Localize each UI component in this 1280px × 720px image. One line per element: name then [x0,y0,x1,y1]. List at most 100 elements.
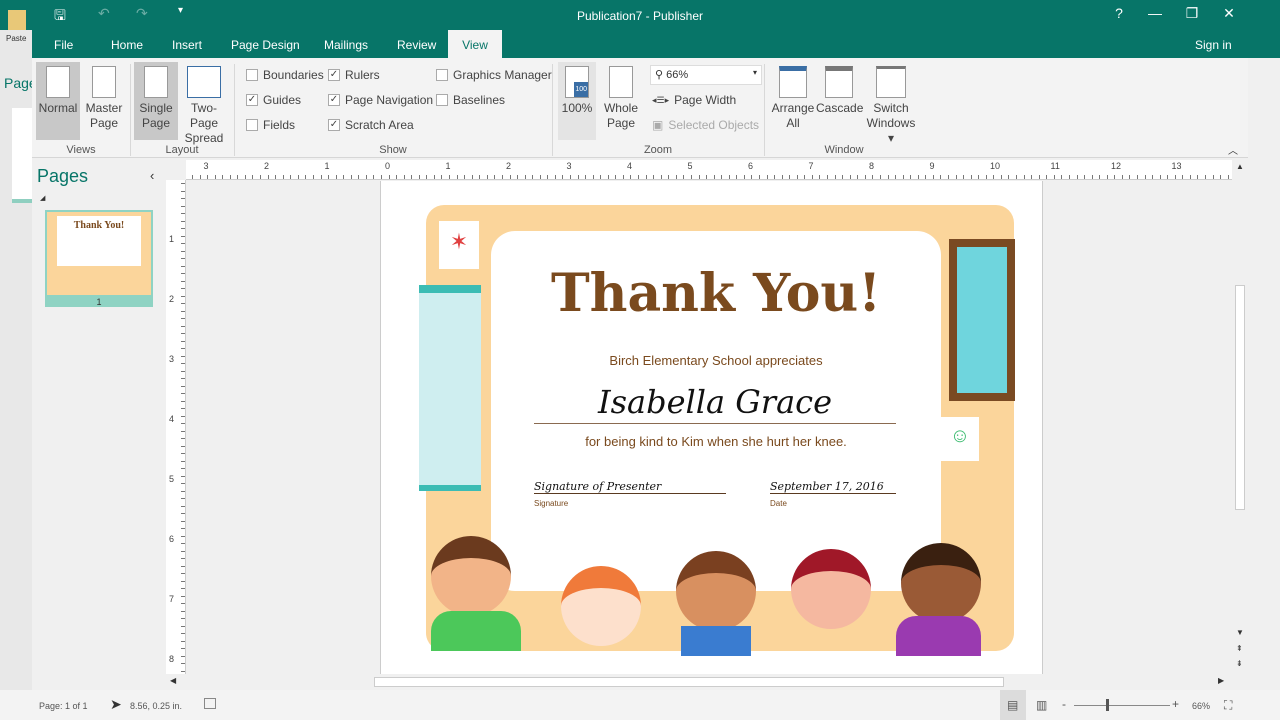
ruler-tick [774,175,776,179]
window-group-label: Window [824,144,864,156]
scroll-thumb[interactable] [1235,285,1245,510]
ruler-tick [181,235,185,237]
master-page-button[interactable]: Master Page [82,62,126,140]
ruler-tick [181,505,185,507]
tab-file[interactable]: File [54,38,73,52]
previous-page-icon[interactable]: ⇞ [1236,644,1243,653]
ruler-tick [181,663,185,664]
guides-checkbox[interactable]: ✓ Guides [246,93,301,107]
zoom-100-button[interactable]: 100 100% [558,62,596,140]
label: Baselines [453,93,506,107]
scroll-left-icon[interactable]: ◀ [170,676,176,685]
ruler-tick [181,453,185,454]
tab-review[interactable]: Review [397,38,436,52]
tab-view[interactable]: View [448,30,502,59]
fields-checkbox[interactable]: Fields [246,118,295,132]
single-page-button[interactable]: Single Page [134,62,178,140]
recipient-name[interactable]: Isabella Grace [534,383,896,424]
single-page-icon [144,66,168,98]
scroll-up-icon[interactable]: ▲ [1236,162,1244,171]
divider [552,64,553,156]
horizontal-scrollbar[interactable]: ◀ ▶ [166,674,1232,690]
help-button[interactable]: ? [1101,5,1137,21]
page-indicator[interactable]: Page: 1 of 1 [39,701,88,711]
ruler-tick [985,175,987,179]
close-button[interactable]: ✕ [1211,5,1247,22]
zoom-combobox[interactable]: ⚲ 66% ▾ [650,65,762,85]
single-page-view-button[interactable]: ▤ [1000,690,1026,720]
rulers-checkbox[interactable]: ✓ Rulers [328,68,380,82]
arrange-all-button[interactable]: Arrange All [770,62,816,140]
whole-page-button[interactable]: Whole Page [600,62,642,140]
tab-mailings[interactable]: Mailings [324,38,368,52]
graphics-manager-checkbox[interactable]: Graphics Manager [436,68,552,82]
signature-field[interactable]: Signature of Presenter [534,480,726,494]
ruler-tick [441,175,443,179]
ruler-tick [1016,175,1018,179]
divider [130,64,131,156]
date-field[interactable]: September 17, 2016 [770,480,896,494]
ruler-tick [181,340,185,342]
restore-button[interactable]: ❐ [1174,5,1210,22]
check-icon: ✓ [328,94,340,106]
fit-page-icon[interactable]: ⛶ [1224,698,1232,713]
title-bar: 🖫 ↶ ↷ ▾ Publication7 - Publisher ? — ❐ ✕… [0,0,1280,59]
ruler-tick [834,175,836,179]
ruler-tick [955,175,957,179]
tab-insert[interactable]: Insert [172,38,202,52]
scroll-down-icon[interactable]: ▼ [1236,628,1244,637]
ruler-tick [547,175,549,179]
ruler-tick [433,175,435,179]
publication-page[interactable]: ✶ ☺ Thank You! Birch Elementary School a… [380,181,1043,674]
zoom-slider-thumb[interactable] [1105,699,1109,711]
ruler-tick [181,468,185,469]
two-page-icon [187,66,221,98]
certificate-reason[interactable]: for being kind to Kim when she hurt her … [491,434,941,449]
two-page-spread-button[interactable]: Two-Page Spread [178,62,230,145]
ruler-tick [373,175,375,179]
certificate-subtitle[interactable]: Birch Elementary School appreciates [491,353,941,368]
boundaries-checkbox[interactable]: Boundaries [246,68,324,82]
selected-objects-button[interactable]: ▣ Selected Objects [652,118,759,132]
scroll-right-icon[interactable]: ▶ [1218,676,1224,685]
normal-view-button[interactable]: Normal [36,62,80,140]
ruler-tick [1174,175,1176,179]
two-page-view-icon[interactable]: ▥ [1036,698,1047,712]
collapse-ribbon-icon[interactable]: ︿ [1228,142,1238,157]
ruler-tick [1212,175,1214,179]
label: Rulers [345,68,380,82]
minimize-button[interactable]: — [1137,5,1173,21]
sign-in-link[interactable]: Sign in [1195,38,1232,52]
cascade-button[interactable]: Cascade [816,62,863,140]
zoom-slider[interactable] [1074,705,1170,706]
zoom-in-button[interactable]: + [1172,697,1179,711]
switch-windows-button[interactable]: Switch Windows ▾ [866,62,916,145]
starfish-note-icon: ✶ [439,221,479,269]
tab-page-design[interactable]: Page Design [231,38,300,52]
ruler-tick-label: 10 [990,161,1001,171]
page-navigation-checkbox[interactable]: ✓ Page Navigation [328,93,433,107]
baselines-checkbox[interactable]: Baselines [436,93,505,107]
scratch-area[interactable]: ✶ ☺ Thank You! Birch Elementary School a… [187,181,1232,674]
ruler-tick-label: 3 [203,161,209,171]
ruler-tick [706,175,708,179]
page-width-button[interactable]: ◂☰▸ Page Width [652,93,736,107]
ruler-tick [192,175,193,179]
zoom-out-button[interactable]: - [1062,697,1066,711]
collapse-pane-icon[interactable]: ‹ [150,168,154,183]
ruler-tick [1121,175,1123,179]
ruler-tick [1137,175,1138,179]
ruler-tick [728,175,730,179]
page-thumbnail[interactable]: Thank You! 1 [45,210,153,307]
ruler-tick [252,175,254,179]
vertical-scrollbar[interactable]: ▲ ▼ ⇞ ⇟ [1232,160,1248,674]
certificate-heading[interactable]: Thank You! [491,263,941,324]
tab-home[interactable]: Home [111,38,143,52]
horizontal-ruler[interactable]: 32101234567891011121314 [186,160,1242,180]
zoom-percentage[interactable]: 66% [1192,701,1210,711]
ruler-tick [1220,175,1222,179]
next-page-icon[interactable]: ⇟ [1236,659,1243,668]
scratch-area-checkbox[interactable]: ✓ Scratch Area [328,118,414,132]
scroll-thumb[interactable] [374,677,1004,687]
vertical-ruler[interactable]: 1 2 3 4 5 6 7 8 [166,180,186,674]
